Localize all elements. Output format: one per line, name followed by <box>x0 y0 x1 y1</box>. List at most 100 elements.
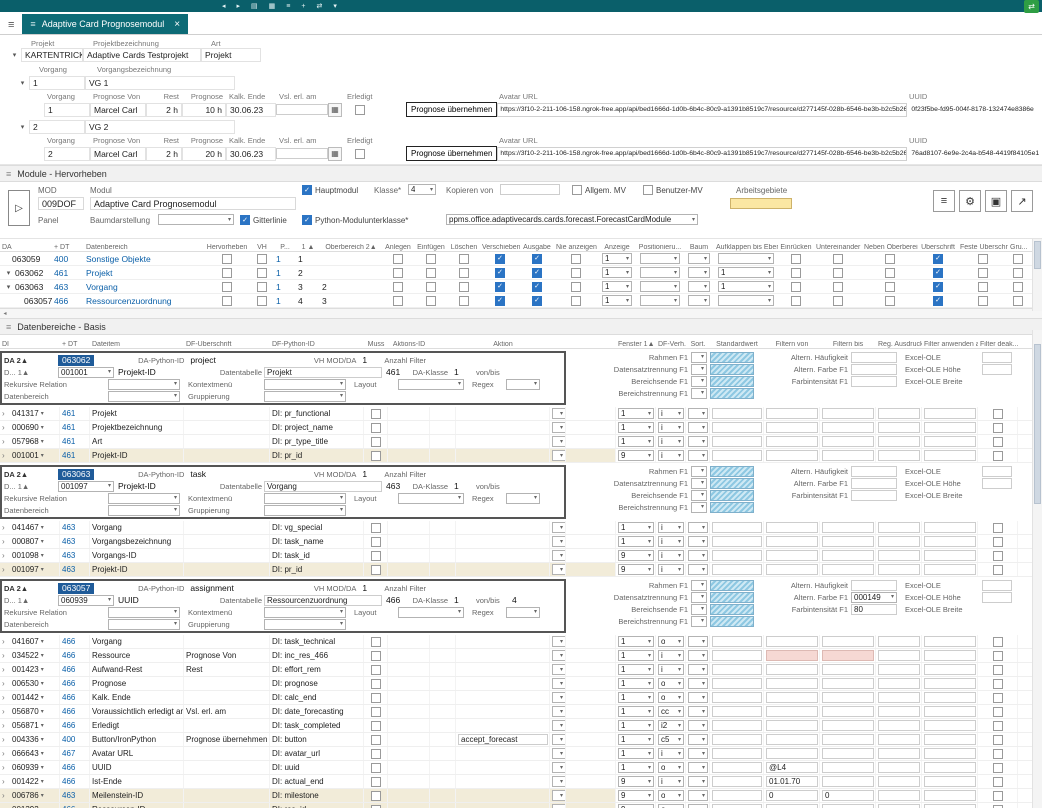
dropdown[interactable]: ▾ <box>398 493 464 504</box>
checkbox[interactable] <box>993 651 1003 661</box>
dropdown[interactable]: 1▾ <box>602 267 632 278</box>
filtern-von-field[interactable] <box>766 734 818 745</box>
fenster-dropdown[interactable]: 1▾ <box>618 678 654 689</box>
expand-icon[interactable]: › <box>2 551 10 560</box>
regex-field[interactable] <box>878 564 920 575</box>
fenster-dropdown[interactable]: 1▾ <box>618 522 654 533</box>
dropdown[interactable]: ▾ <box>108 493 180 504</box>
sort-dropdown[interactable]: ▾ <box>688 776 708 787</box>
dropdown[interactable]: ▾ <box>108 619 180 630</box>
checkbox[interactable]: ✓ <box>495 282 505 292</box>
checkbox[interactable] <box>459 296 469 306</box>
modul-value-field[interactable]: Adaptive Card Prognosemodul <box>90 197 296 210</box>
filter-anwenden-field[interactable] <box>924 536 976 547</box>
dateitem-row[interactable]: ›034522▾466RessourcePrognose VonDI: inc_… <box>0 649 1042 663</box>
chevron-down-icon[interactable]: ▾ <box>2 283 15 291</box>
scrollbar-thumb[interactable] <box>1034 241 1041 269</box>
filtern-von-field[interactable] <box>766 706 818 717</box>
filtern-bis-field[interactable] <box>822 536 874 547</box>
checkbox[interactable] <box>371 749 381 759</box>
df-verh-dropdown[interactable]: i▾ <box>658 550 684 561</box>
dropdown[interactable]: ▾ <box>264 505 346 516</box>
checkbox[interactable] <box>371 409 381 419</box>
sort-dropdown[interactable]: ▾ <box>688 790 708 801</box>
vorgang-detail-row[interactable]: 2Marcel Carl2 h20 h30.06.23▦Prognose übe… <box>44 145 1042 162</box>
run-button[interactable]: ▷ <box>8 190 30 226</box>
regex-field[interactable] <box>878 678 920 689</box>
dropdown[interactable]: ▾ <box>552 776 566 787</box>
fenster-dropdown[interactable]: 1▾ <box>618 692 654 703</box>
df-verh-dropdown[interactable]: i▾ <box>658 408 684 419</box>
dropdown[interactable]: ▾ <box>688 281 710 292</box>
expand-icon[interactable]: › <box>2 721 10 730</box>
color-field[interactable] <box>710 616 754 627</box>
dropdown[interactable]: ▾ <box>552 522 566 533</box>
dateitem-row[interactable]: ›001422▾466Ist-EndeDI: actual_end▾9▾i▾▾0… <box>0 775 1042 789</box>
checkbox[interactable] <box>993 693 1003 703</box>
filtern-bis-field[interactable] <box>822 422 874 433</box>
checkbox[interactable] <box>978 282 988 292</box>
df-verh-dropdown[interactable]: i▾ <box>658 776 684 787</box>
dropdown[interactable]: ▾ <box>718 253 774 264</box>
horizontal-scrollbar[interactable]: ◂ <box>0 308 1042 318</box>
excel-ole-field[interactable] <box>982 466 1012 477</box>
back-icon[interactable]: ◂ <box>222 3 226 10</box>
altern-farbe-field[interactable] <box>851 478 897 489</box>
expand-icon[interactable]: › <box>2 451 10 460</box>
filtern-bis-field[interactable] <box>822 636 874 647</box>
excel-ole-field[interactable] <box>982 592 1012 603</box>
checkbox[interactable]: ✓ <box>495 254 505 264</box>
chevron-down-icon[interactable]: ▾ <box>41 793 44 799</box>
dateitem-row[interactable]: ›000807▾463VorgangsbezeichnungDI: task_n… <box>0 535 1042 549</box>
filter-anwenden-field[interactable] <box>924 450 976 461</box>
dropdown[interactable]: ▾ <box>552 790 566 801</box>
chevron-down-icon[interactable]: ▾ <box>41 779 44 785</box>
color-field[interactable] <box>710 376 754 387</box>
checkbox[interactable] <box>571 296 581 306</box>
chevron-down-icon[interactable]: ▾ <box>41 411 44 417</box>
checkbox[interactable] <box>371 451 381 461</box>
checkbox[interactable] <box>978 296 988 306</box>
expand-icon[interactable]: › <box>2 791 10 800</box>
dateitem-row[interactable]: ›001392▾466Ressourcen-IDDI: res_id▾9▾o▾▾ <box>0 803 1042 808</box>
sync-button[interactable]: ⇄ <box>1024 0 1039 13</box>
checkbox[interactable] <box>393 296 403 306</box>
sort-dropdown[interactable]: ▾ <box>688 450 708 461</box>
checkbox[interactable] <box>643 185 653 195</box>
dropdown[interactable]: ▾ <box>506 493 540 504</box>
checkbox[interactable] <box>257 254 267 264</box>
standardwert-field[interactable] <box>712 650 762 661</box>
checkbox[interactable] <box>222 296 232 306</box>
checkbox[interactable] <box>371 735 381 745</box>
baumdarstellung-dropdown[interactable]: ▾ <box>158 214 234 225</box>
dateitem-row[interactable]: ›066643▾467Avatar URLDI: avatar_url▾1▾i▾… <box>0 747 1042 761</box>
dateitem-row[interactable]: ›000690▾461ProjektbezeichnungDI: project… <box>0 421 1042 435</box>
da-id-value[interactable]: 063057 <box>58 583 94 594</box>
sort-dropdown[interactable]: ▾ <box>688 550 708 561</box>
tab-adaptive-card-prognosemodul[interactable]: ≡ Adaptive Card Prognosemodul × <box>22 14 188 34</box>
checkbox[interactable] <box>371 423 381 433</box>
datentabelle-field[interactable]: Projekt <box>264 367 382 378</box>
chevron-down-icon[interactable]: ▾ <box>41 681 44 687</box>
sort-dropdown[interactable]: ▾ <box>688 636 708 647</box>
expand-icon[interactable]: › <box>2 423 10 432</box>
df-verh-dropdown[interactable]: o▾ <box>658 678 684 689</box>
vorgang-row[interactable]: ▾2VG 2 <box>16 120 1042 134</box>
filtern-von-field[interactable] <box>766 678 818 689</box>
filter-anwenden-field[interactable] <box>924 436 976 447</box>
checkbox[interactable]: ✓ <box>933 296 943 306</box>
checkbox[interactable]: ✓ <box>532 254 542 264</box>
expand-icon[interactable]: › <box>2 523 10 532</box>
dropdown[interactable]: ▾ <box>506 379 540 390</box>
prognose-uebernehmen-button[interactable]: Prognose übernehmen <box>406 146 497 161</box>
fenster-dropdown[interactable]: 1▾ <box>618 734 654 745</box>
dateitem-row[interactable]: ›006530▾466PrognoseDI: prognose▾1▾o▾▾ <box>0 677 1042 691</box>
standardwert-field[interactable] <box>712 564 762 575</box>
filtern-von-field[interactable] <box>766 450 818 461</box>
checkbox[interactable] <box>993 749 1003 759</box>
checkbox[interactable] <box>993 637 1003 647</box>
standardwert-field[interactable] <box>712 536 762 547</box>
checkbox[interactable] <box>371 651 381 661</box>
expand-icon[interactable]: › <box>2 565 10 574</box>
altern-haeufigkeit-field[interactable] <box>851 580 897 591</box>
